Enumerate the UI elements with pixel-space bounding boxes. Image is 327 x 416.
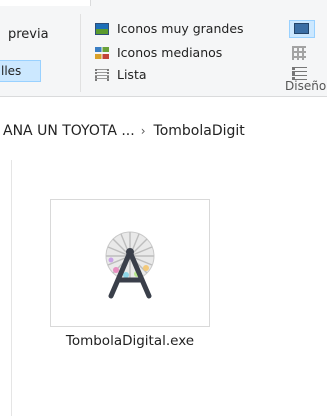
ribbon-tab-edge: [0, 0, 91, 6]
ferris-wheel-app-icon: [105, 231, 155, 299]
details-pane-button[interactable]: lles: [0, 60, 41, 82]
list-view-icon: [95, 69, 109, 81]
layout-item-label: Lista: [117, 67, 147, 82]
breadcrumb-item[interactable]: TombolaDigit: [154, 123, 245, 139]
chevron-right-icon[interactable]: ›: [141, 124, 146, 138]
file-name[interactable]: TombolaDigital.exe: [40, 330, 220, 352]
medium-icons-icon: [95, 47, 109, 59]
breadcrumb-item[interactable]: ANA UN TOYOTA ...: [3, 123, 135, 139]
extra-large-icons-icon: [95, 23, 109, 35]
large-icons-icon: [294, 23, 309, 34]
layout-item-label: Iconos muy grandes: [117, 21, 244, 36]
layout-item-label: Iconos medianos: [117, 45, 223, 60]
ribbon-divider: [80, 14, 81, 92]
navigation-pane-divider[interactable]: [11, 160, 12, 416]
ribbon-group-label: Diseño: [285, 79, 327, 93]
small-icons-icon[interactable]: [292, 46, 306, 60]
file-tile[interactable]: [50, 199, 210, 327]
layout-large-icons-button[interactable]: [289, 20, 315, 38]
breadcrumb: ANA UN TOYOTA ... › TombolaDigit: [3, 123, 245, 139]
ribbon: previa lles Iconos muy grandes Iconos me…: [0, 0, 327, 97]
preview-pane-button[interactable]: previa: [8, 27, 49, 42]
